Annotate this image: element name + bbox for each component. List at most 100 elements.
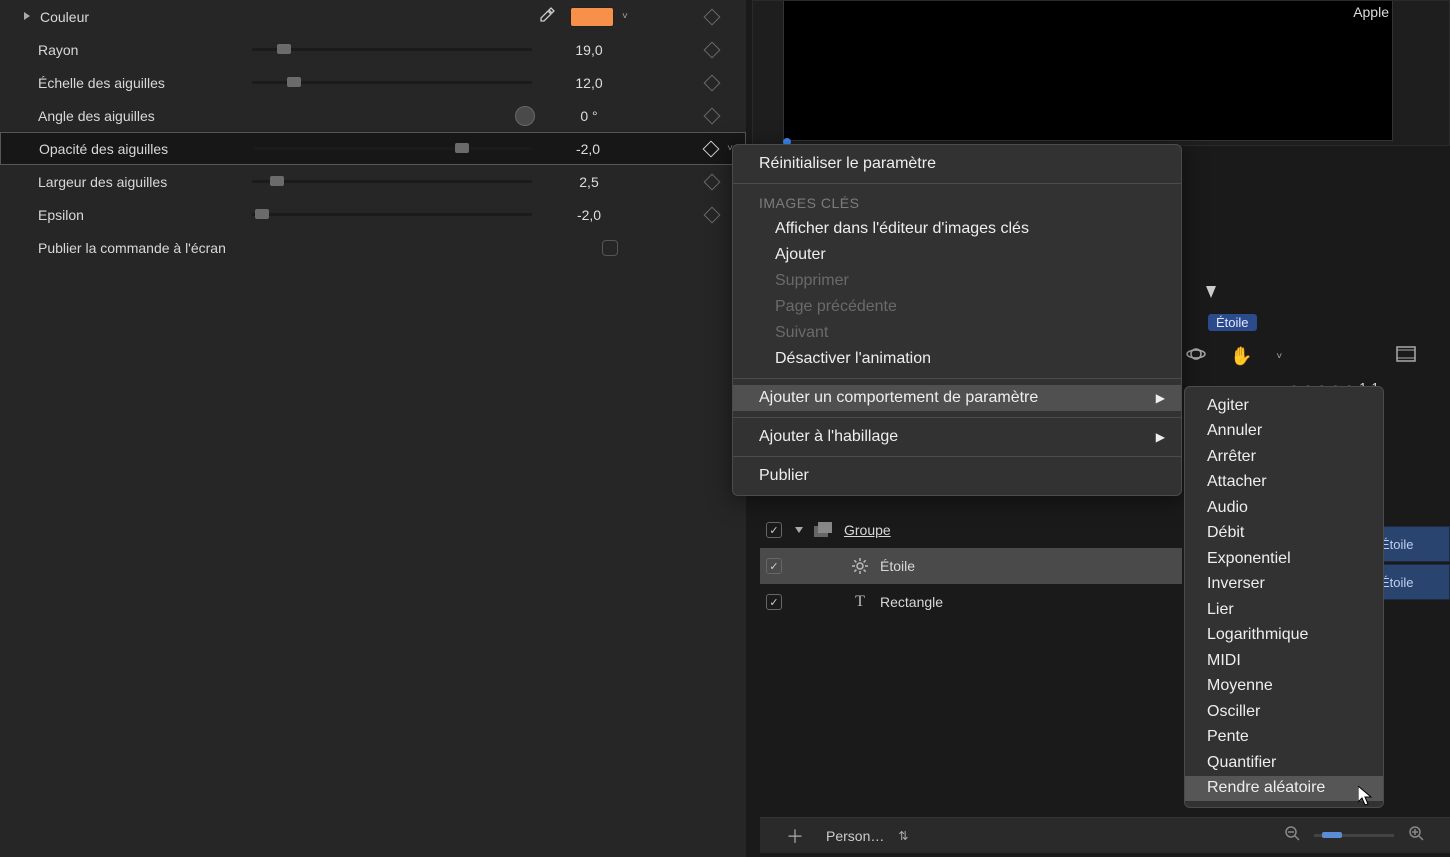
ctx-add-behavior[interactable]: Ajouter un comportement de paramètre ▶ xyxy=(733,385,1181,411)
ctx-header: IMAGES CLÉS xyxy=(733,190,1181,216)
separator xyxy=(733,378,1181,379)
value-field[interactable]: -2,0 xyxy=(553,141,623,157)
param-label: Opacité des aiguilles xyxy=(23,141,243,157)
param-label: Rayon xyxy=(22,42,242,58)
bottom-toolbar: ＋ Person… ⇅ xyxy=(760,817,1450,853)
ctx-disable-anim[interactable]: Désactiver l'animation xyxy=(733,346,1181,372)
orbit-icon[interactable] xyxy=(1186,344,1206,369)
sub-annuler[interactable]: Annuler xyxy=(1185,419,1383,445)
slider[interactable] xyxy=(252,180,532,183)
keyframe-icon[interactable] xyxy=(704,107,721,124)
param-rayon[interactable]: Rayon 19,0 xyxy=(0,33,746,66)
filmstrip-icon[interactable] xyxy=(1396,346,1416,367)
param-label: Échelle des aiguilles xyxy=(22,75,242,91)
layers-list: ✓ Groupe ✓ Étoile ✓ T Rectangle xyxy=(760,512,1182,620)
slider[interactable] xyxy=(252,48,532,51)
param-label: Angle des aiguilles xyxy=(22,108,242,124)
zoom-in-icon[interactable] xyxy=(1402,825,1430,846)
canvas-viewer[interactable]: Apple xyxy=(752,0,1450,146)
publish-checkbox[interactable] xyxy=(602,240,618,256)
param-label: Largeur des aiguilles xyxy=(22,174,242,190)
sub-exponentiel[interactable]: Exponentiel xyxy=(1185,546,1383,572)
ctx-add[interactable]: Ajouter xyxy=(733,242,1181,268)
inspector-panel: Couleur ˅ Rayon 19,0 Échelle des aiguill… xyxy=(0,0,746,857)
slider[interactable] xyxy=(252,81,532,84)
layer-group[interactable]: ✓ Groupe xyxy=(760,512,1182,548)
disclosure-icon[interactable] xyxy=(22,11,34,23)
value-field[interactable]: 19,0 xyxy=(554,42,624,58)
sub-osciller[interactable]: Osciller xyxy=(1185,699,1383,725)
sub-moyenne[interactable]: Moyenne xyxy=(1185,674,1383,700)
keyframe-icon[interactable] xyxy=(704,173,721,190)
sub-agiter[interactable]: Agiter xyxy=(1185,393,1383,419)
layer-name[interactable]: Étoile xyxy=(880,558,915,574)
keyframe-icon[interactable] xyxy=(704,74,721,91)
keyframe-icon[interactable] xyxy=(704,8,721,25)
sub-pente[interactable]: Pente xyxy=(1185,725,1383,751)
visibility-checkbox[interactable]: ✓ xyxy=(766,594,782,610)
value-field[interactable]: 0 ° xyxy=(554,108,624,124)
add-button[interactable]: ＋ xyxy=(780,823,810,849)
value-field[interactable]: -2,0 xyxy=(554,207,624,223)
sub-attacher[interactable]: Attacher xyxy=(1185,470,1383,496)
popup-stepper-icon[interactable]: ⇅ xyxy=(892,829,914,843)
ctx-next: Suivant xyxy=(733,320,1181,346)
visibility-checkbox[interactable]: ✓ xyxy=(766,558,782,574)
sub-inverser[interactable]: Inverser xyxy=(1185,572,1383,598)
keyframe-icon[interactable] xyxy=(703,140,720,157)
param-couleur[interactable]: Couleur ˅ xyxy=(0,0,746,33)
eyedropper-icon[interactable] xyxy=(538,6,556,27)
separator xyxy=(733,183,1181,184)
sub-lier[interactable]: Lier xyxy=(1185,597,1383,623)
slider[interactable] xyxy=(253,147,533,150)
chevron-down-icon[interactable]: ˅ xyxy=(1276,351,1282,362)
playhead-icon[interactable] xyxy=(1206,286,1216,298)
layer-name[interactable]: Rectangle xyxy=(880,594,943,610)
param-epsilon[interactable]: Epsilon -2,0 xyxy=(0,198,746,231)
ctx-show-kf-editor[interactable]: Afficher dans l'éditeur d'images clés xyxy=(733,216,1181,242)
sub-audio[interactable]: Audio xyxy=(1185,495,1383,521)
param-angle[interactable]: Angle des aiguilles 0 ° xyxy=(0,99,746,132)
canvas[interactable] xyxy=(783,0,1393,141)
ctx-add-rig[interactable]: Ajouter à l'habillage ▶ xyxy=(733,424,1181,450)
ctx-label: Ajouter à l'habillage xyxy=(759,428,898,446)
zoom-out-icon[interactable] xyxy=(1278,825,1306,846)
timeline-tag[interactable]: Étoile xyxy=(1208,314,1257,331)
value-field[interactable]: 2,5 xyxy=(554,174,624,190)
sub-log[interactable]: Logarithmique xyxy=(1185,623,1383,649)
hand-icon[interactable]: ✋ xyxy=(1230,346,1252,367)
ctx-delete: Supprimer xyxy=(733,268,1181,294)
sub-debit[interactable]: Débit xyxy=(1185,521,1383,547)
visibility-checkbox[interactable]: ✓ xyxy=(766,522,782,538)
disclosure-icon[interactable] xyxy=(794,522,808,538)
slider[interactable] xyxy=(252,213,532,216)
sub-quantifier[interactable]: Quantifier xyxy=(1185,750,1383,776)
value-field[interactable]: 12,0 xyxy=(554,75,624,91)
param-largeur[interactable]: Largeur des aiguilles 2,5 xyxy=(0,165,746,198)
text-icon: T xyxy=(850,593,870,611)
ctx-publish[interactable]: Publier xyxy=(733,463,1181,489)
sub-midi[interactable]: MIDI xyxy=(1185,648,1383,674)
param-opacite[interactable]: Opacité des aiguilles -2,0 ˅ xyxy=(0,132,746,165)
layer-etoile[interactable]: ✓ Étoile xyxy=(760,548,1182,584)
param-echelle[interactable]: Échelle des aiguilles 12,0 xyxy=(0,66,746,99)
behavior-submenu: Agiter Annuler Arrêter Attacher Audio Dé… xyxy=(1184,386,1384,808)
param-publier[interactable]: Publier la commande à l'écran xyxy=(0,231,746,264)
keyframe-icon[interactable] xyxy=(704,206,721,223)
sub-rendre-aleatoire[interactable]: Rendre aléatoire xyxy=(1185,776,1383,802)
ctx-reset[interactable]: Réinitialiser le paramètre xyxy=(733,151,1181,177)
brand-label: Apple xyxy=(1353,4,1389,20)
popup-label[interactable]: Person… xyxy=(826,828,884,844)
cursor-icon xyxy=(1358,786,1374,808)
chevron-down-icon[interactable]: ˅ xyxy=(622,11,628,22)
keyframe-icon[interactable] xyxy=(704,41,721,58)
color-well[interactable] xyxy=(570,7,614,27)
zoom-slider[interactable] xyxy=(1314,834,1394,837)
ctx-label: Ajouter un comportement de paramètre xyxy=(759,389,1038,407)
layer-name[interactable]: Groupe xyxy=(844,522,891,538)
separator xyxy=(733,456,1181,457)
dial[interactable] xyxy=(515,106,535,126)
sub-arreter[interactable]: Arrêter xyxy=(1185,444,1383,470)
group-icon xyxy=(814,521,834,539)
layer-rectangle[interactable]: ✓ T Rectangle xyxy=(760,584,1182,620)
